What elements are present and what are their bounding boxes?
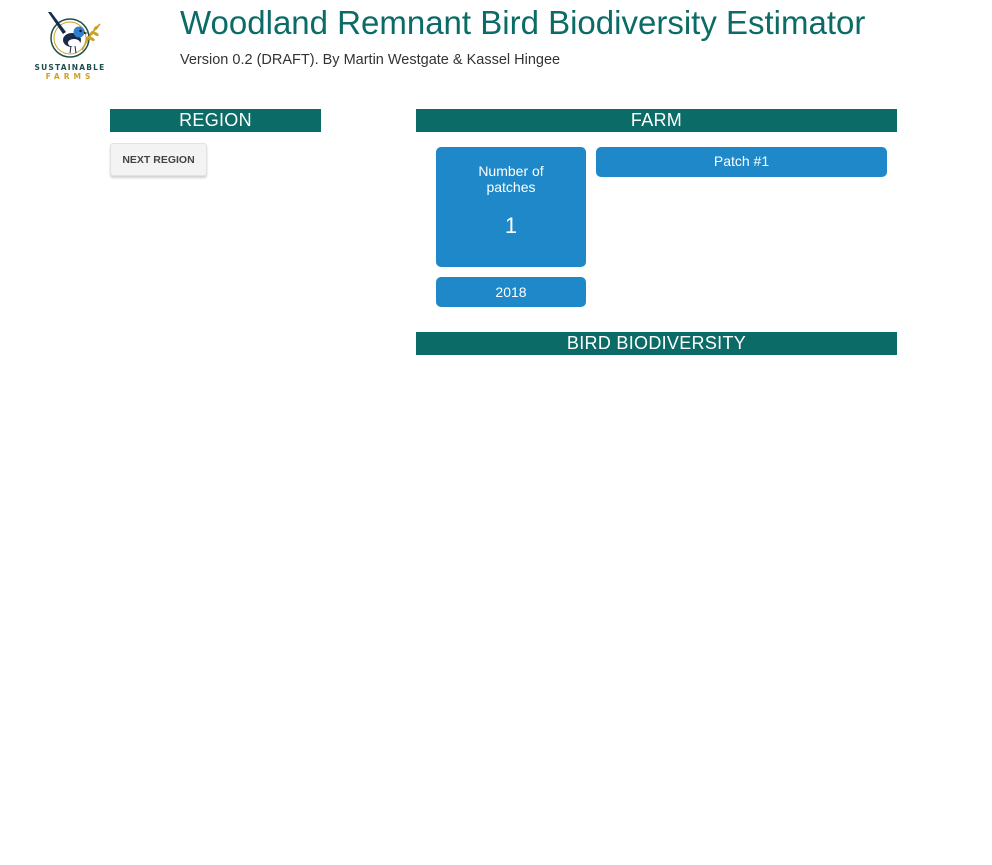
sustainable-farms-logo: SUSTAINABLE FARMS: [30, 8, 110, 82]
patch-count-label: Number of patches: [478, 163, 544, 195]
app-title: Woodland Remnant Bird Biodiversity Estim…: [180, 4, 866, 41]
app-subtitle: Version 0.2 (DRAFT). By Martin Westgate …: [180, 52, 561, 68]
logo-text-sustainable: SUSTAINABLE: [34, 63, 106, 72]
patch-count-value: 1: [504, 213, 518, 238]
logo-text-farms: FARMS: [45, 72, 95, 81]
fairy-wren-logo-icon: [48, 12, 101, 58]
farm-section-header: FARM: [416, 109, 897, 132]
patch-1-button[interactable]: Patch #1: [596, 147, 887, 177]
patch-count-box[interactable]: Number of patches 1: [436, 147, 586, 267]
app-page: SUSTAINABLE FARMS Woodland Remnant Bird …: [0, 0, 992, 865]
region-section-header: REGION: [110, 109, 321, 132]
bird-biodiversity-section-header: BIRD BIODIVERSITY: [416, 332, 897, 355]
year-button[interactable]: 2018: [436, 277, 586, 307]
next-region-button[interactable]: NEXT REGION: [110, 143, 207, 176]
